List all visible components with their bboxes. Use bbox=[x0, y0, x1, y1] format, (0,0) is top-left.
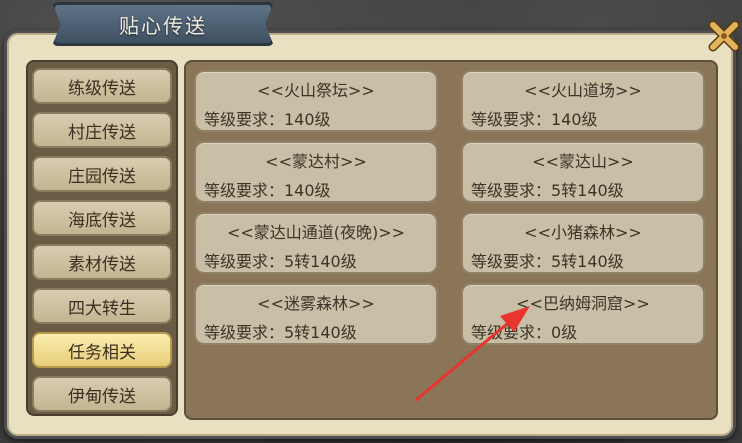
destination-requirement: 等级要求：5转140级 bbox=[471, 181, 624, 200]
destination-requirement: 等级要求：140级 bbox=[471, 110, 598, 129]
destination-title: <<蒙达山>> bbox=[532, 152, 634, 171]
destination-card[interactable]: <<迷雾森林>> 等级要求：5转140级 bbox=[194, 283, 438, 345]
tab-material-teleport[interactable]: 素材传送 bbox=[32, 244, 172, 280]
tab-training-teleport[interactable]: 练级传送 bbox=[32, 68, 172, 104]
destination-title: <<火山道场>> bbox=[524, 81, 642, 100]
destination-card[interactable]: <<蒙达山>> 等级要求：5转140级 bbox=[461, 141, 705, 203]
destination-title: <<蒙达村>> bbox=[265, 152, 367, 171]
destination-requirement: 等级要求：140级 bbox=[204, 110, 331, 129]
tab-quest-related[interactable]: 任务相关 bbox=[32, 332, 172, 368]
destination-requirement: 等级要求：140级 bbox=[204, 181, 331, 200]
destination-card[interactable]: <<火山道场>> 等级要求：140级 bbox=[461, 70, 705, 132]
tab-village-teleport[interactable]: 村庄传送 bbox=[32, 112, 172, 148]
tab-manor-teleport[interactable]: 庄园传送 bbox=[32, 156, 172, 192]
destination-title: <<迷雾森林>> bbox=[257, 294, 375, 313]
destination-title: <<巴纳姆洞窟>> bbox=[516, 294, 650, 313]
destination-card[interactable]: <<巴纳姆洞窟>> 等级要求：0级 bbox=[461, 283, 705, 345]
destination-list: <<火山祭坛>> 等级要求：140级 <<火山道场>> 等级要求：140级 <<… bbox=[184, 60, 718, 420]
destination-card[interactable]: <<火山祭坛>> 等级要求：140级 bbox=[194, 70, 438, 132]
destination-card[interactable]: <<蒙达村>> 等级要求：140级 bbox=[194, 141, 438, 203]
category-tab-list: 练级传送 村庄传送 庄园传送 海底传送 素材传送 四大转生 任务相关 伊甸传送 bbox=[26, 60, 178, 416]
destination-title: <<蒙达山通道(夜晚)>> bbox=[226, 223, 406, 242]
window-title: 贴心传送 bbox=[119, 13, 207, 38]
destination-requirement: 等级要求：5转140级 bbox=[471, 252, 624, 271]
destination-title: <<小猪森林>> bbox=[524, 223, 642, 242]
close-cross-icon bbox=[708, 20, 740, 52]
close-button[interactable] bbox=[706, 18, 742, 54]
destination-requirement: 等级要求：0级 bbox=[471, 323, 578, 342]
destination-requirement: 等级要求：5转140级 bbox=[204, 323, 357, 342]
window-title-banner: 贴心传送 bbox=[52, 2, 274, 46]
tab-seabed-teleport[interactable]: 海底传送 bbox=[32, 200, 172, 236]
tab-eden-teleport[interactable]: 伊甸传送 bbox=[32, 376, 172, 412]
destination-card[interactable]: <<小猪森林>> 等级要求：5转140级 bbox=[461, 212, 705, 274]
destination-requirement: 等级要求：5转140级 bbox=[204, 252, 357, 271]
destination-title: <<火山祭坛>> bbox=[257, 81, 375, 100]
tab-four-rebirths[interactable]: 四大转生 bbox=[32, 288, 172, 324]
destination-card[interactable]: <<蒙达山通道(夜晚)>> 等级要求：5转140级 bbox=[194, 212, 438, 274]
